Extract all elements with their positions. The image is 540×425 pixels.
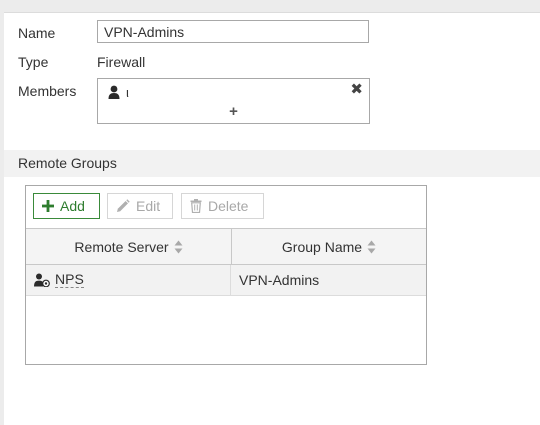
edit-button-label: Edit	[136, 198, 161, 214]
delete-button[interactable]: Delete	[181, 193, 264, 219]
column-header-label: Remote Server	[74, 238, 169, 255]
members-label: Members	[18, 83, 77, 99]
trash-icon	[190, 199, 202, 213]
pencil-icon	[116, 199, 130, 213]
remove-member-icon[interactable]: ✖	[350, 82, 363, 98]
add-button[interactable]: Add	[33, 193, 100, 219]
name-label: Name	[18, 25, 56, 41]
add-member-icon[interactable]: +	[98, 104, 369, 120]
column-header-label: Group Name	[281, 238, 363, 255]
remote-server-link[interactable]: NPS	[55, 272, 84, 288]
member-name: ι	[126, 84, 129, 100]
remote-groups-table: Add Edit Delete Remote Server Group Name…	[25, 185, 427, 365]
sort-icon	[174, 240, 183, 254]
table-row[interactable]: NPS VPN-Admins	[26, 265, 426, 296]
group-edit-panel: Name Type Firewall Members ι ✖ + Remote …	[4, 12, 540, 425]
table-header: Remote Server Group Name	[26, 228, 426, 265]
member-entry[interactable]: ι	[108, 84, 129, 100]
name-input[interactable]	[97, 20, 369, 43]
column-header-remote-server[interactable]: Remote Server	[26, 229, 232, 264]
plus-icon	[42, 200, 54, 212]
add-button-label: Add	[60, 198, 85, 214]
user-icon	[108, 85, 120, 99]
members-field[interactable]: ι ✖ +	[97, 78, 370, 124]
remote-server-cell: NPS	[26, 265, 231, 295]
column-header-group-name[interactable]: Group Name	[232, 229, 426, 264]
remote-groups-title: Remote Groups	[18, 155, 117, 171]
radius-server-icon	[34, 273, 50, 287]
type-label: Type	[18, 54, 49, 70]
remote-groups-header: Remote Groups	[4, 150, 540, 177]
delete-button-label: Delete	[208, 198, 249, 214]
edit-button[interactable]: Edit	[107, 193, 173, 219]
type-value: Firewall	[97, 54, 146, 70]
sort-icon	[367, 240, 376, 254]
group-name-cell: VPN-Admins	[239, 272, 320, 288]
